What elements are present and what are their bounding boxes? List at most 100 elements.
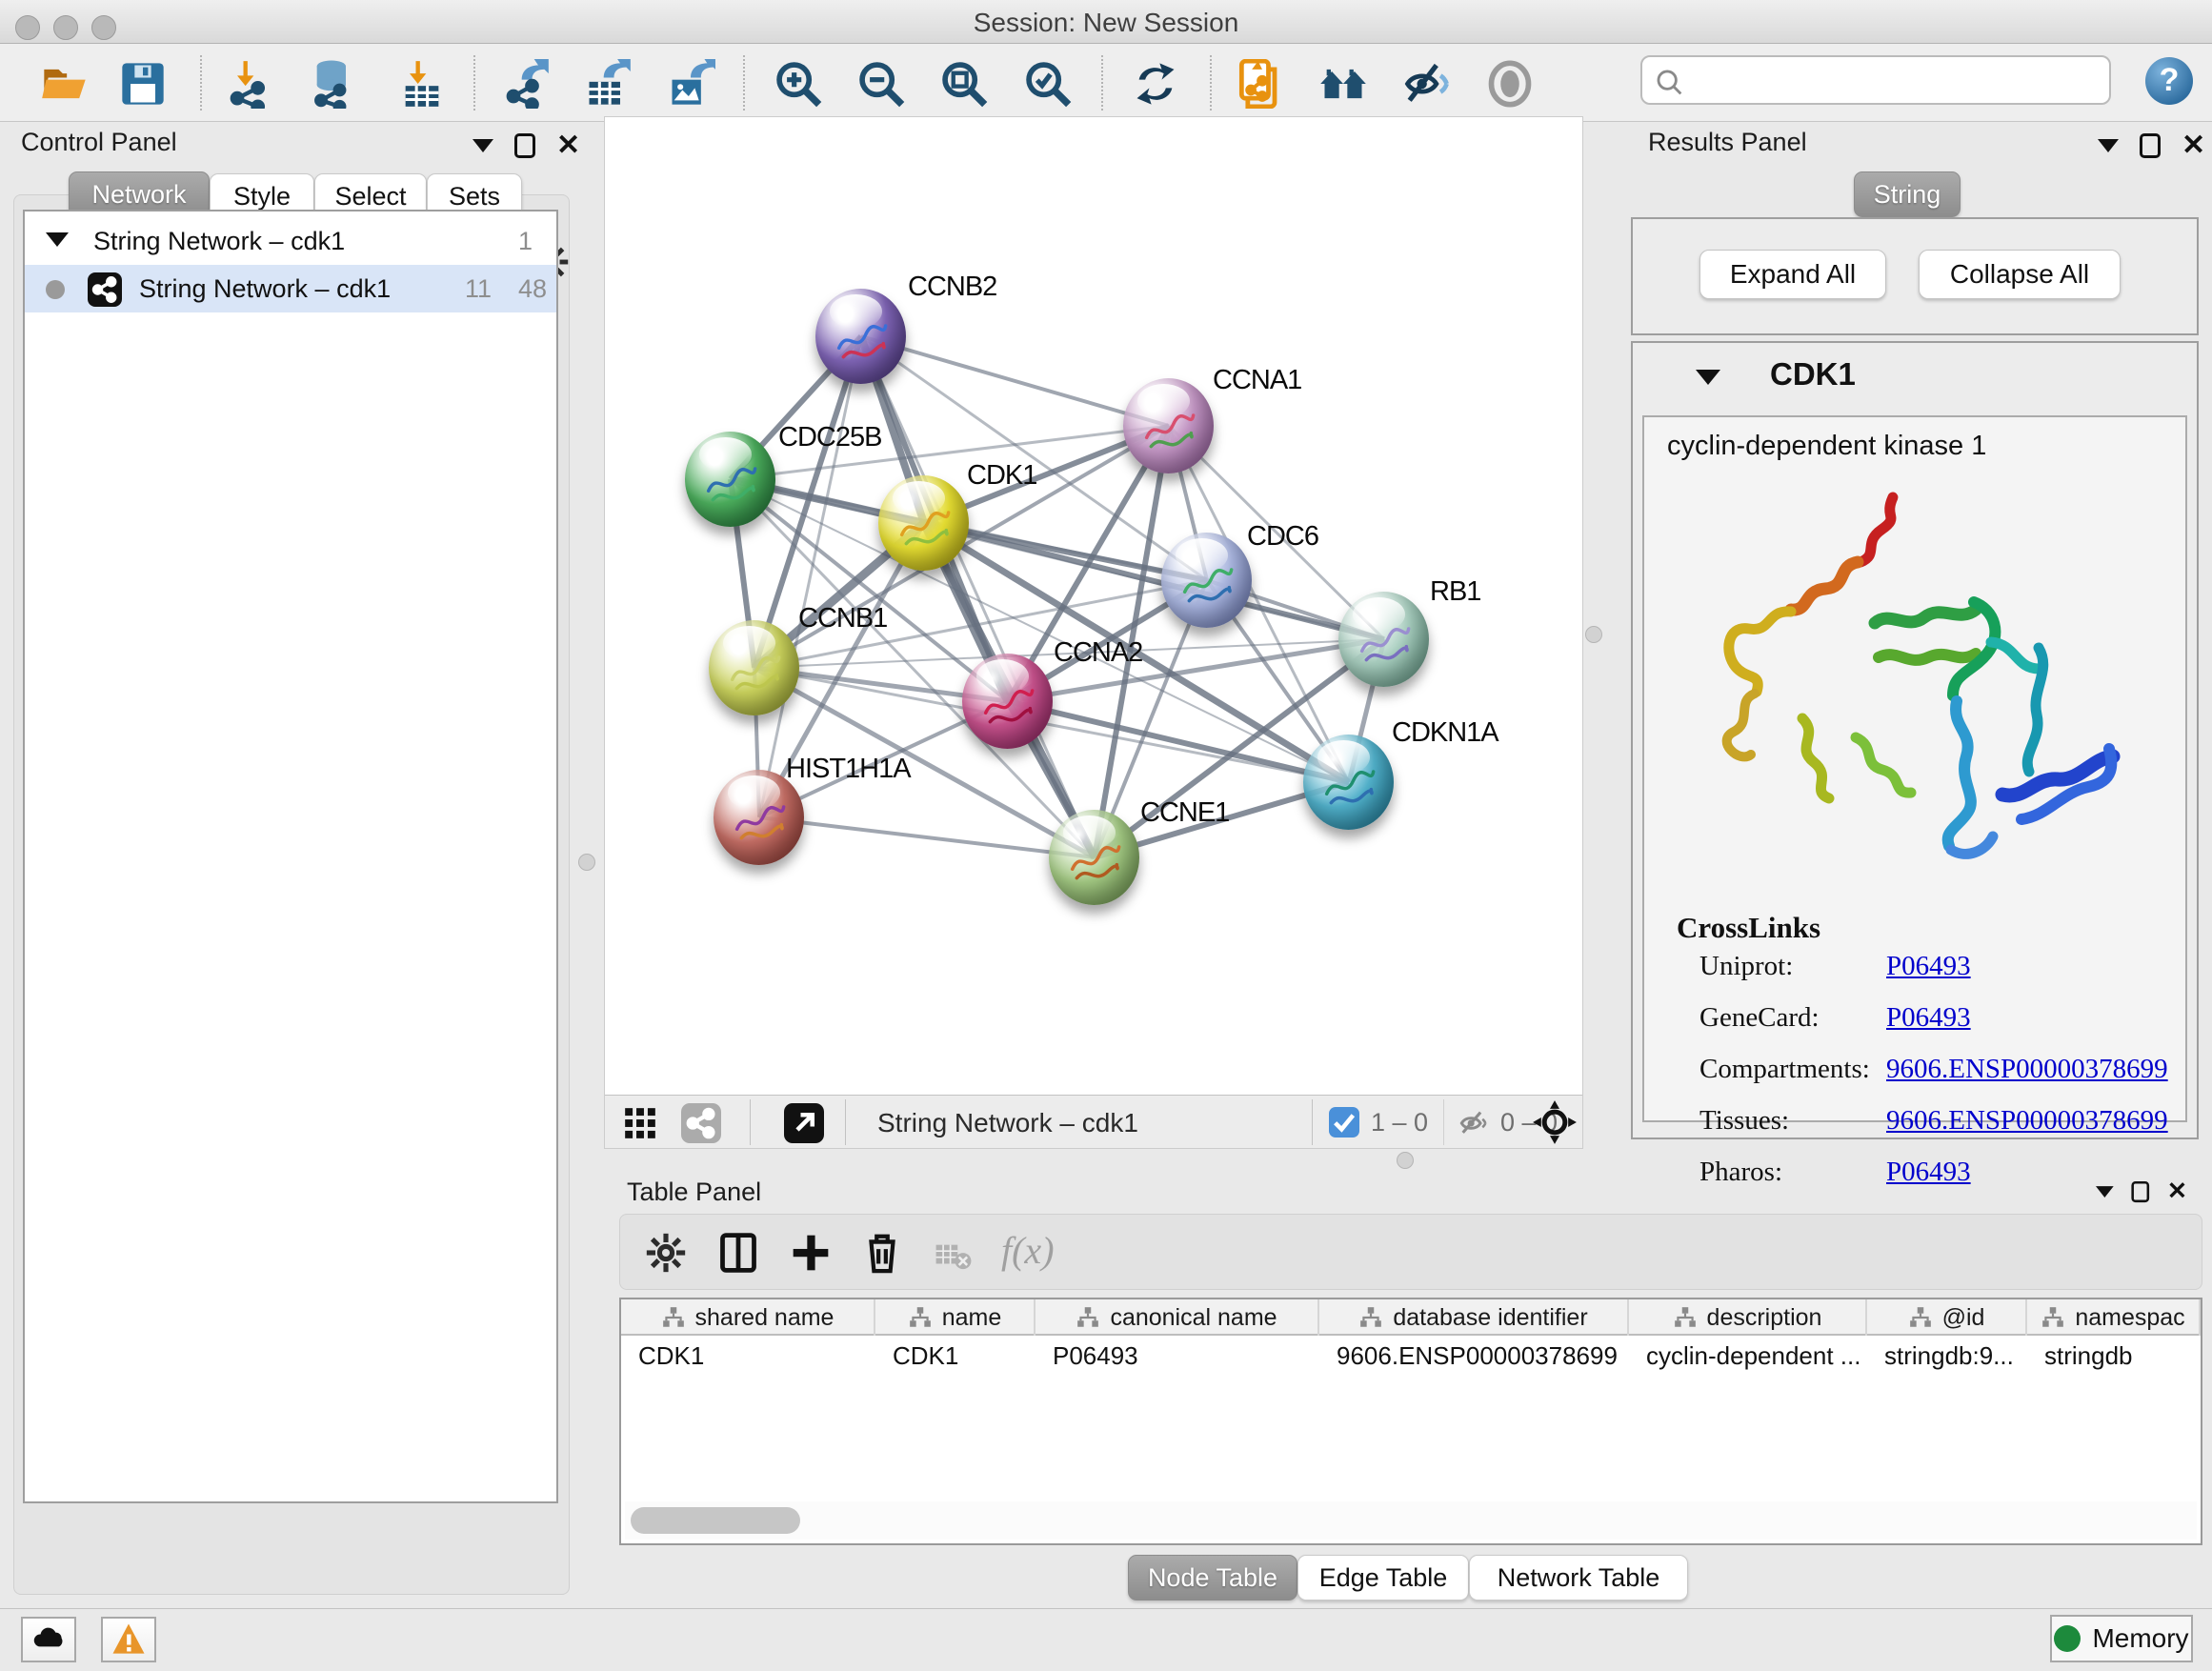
refresh-layout-icon[interactable] [1131,59,1180,109]
network-view-share-icon[interactable] [681,1103,721,1143]
network-node-cdk1[interactable] [878,475,969,571]
column-header-shared-name[interactable]: shared name [621,1299,875,1336]
home-networks-icon[interactable] [1318,59,1368,109]
network-node-ccnb1[interactable] [709,620,799,715]
crosslink-value-link[interactable]: P06493 [1886,1002,1971,1033]
delete-column-icon[interactable] [860,1230,904,1276]
zoom-out-icon[interactable] [856,59,906,109]
gene-symbol: CDK1 [1770,356,1856,393]
node-gloss [1317,740,1370,775]
horizontal-scrollbar[interactable] [625,1501,2197,1540]
table-cell[interactable]: P06493 [1049,1341,1314,1371]
node-label-ccnb2: CCNB2 [908,272,996,303]
column-header-name[interactable]: name [875,1299,1036,1336]
horizontal-splitter-handle[interactable] [1397,1152,1414,1169]
network-canvas[interactable]: CCNB2 CCNA1 CDC25B CDK1 CDC6 RB1 CCNB1 C… [605,117,1582,1093]
column-header--id[interactable]: @id [1867,1299,2027,1336]
import-network-database-icon[interactable] [309,59,358,109]
grid-view-icon[interactable] [622,1105,658,1141]
table-panel-collapse-icon[interactable] [2096,1186,2114,1198]
network-node-ccne1[interactable] [1049,810,1139,905]
right-splitter-handle[interactable] [1585,626,1602,643]
table-cell[interactable]: stringdb [2041,1341,2195,1371]
table-panel-float-icon[interactable] [2131,1181,2149,1202]
control-panel-collapse-icon[interactable] [473,139,493,152]
expand-all-button[interactable]: Expand All [1699,250,1886,299]
gene-section-collapse-icon[interactable] [1696,370,1720,385]
results-panel: Results Panel ✕ String Expand All Collap… [1625,116,2204,1174]
network-node-cdc6[interactable] [1161,533,1252,628]
results-panel-title: Results Panel [1648,128,1807,157]
node-label-rb1: RB1 [1430,576,1480,608]
crosslink-value-link[interactable]: 9606.ENSP00000378699 [1886,1105,2168,1136]
zoom-fit-icon[interactable] [939,59,989,109]
memory-button[interactable]: Memory [2050,1615,2193,1662]
table-options-gear-icon[interactable] [645,1232,687,1274]
control-panel-float-icon[interactable] [514,133,535,158]
results-panel-float-icon[interactable] [2140,133,2161,158]
cloud-button[interactable] [21,1617,76,1662]
network-collection-row[interactable]: String Network – cdk1 1 [25,217,556,265]
table-cell[interactable]: cyclin-dependent ... [1642,1341,1861,1371]
results-gene-box: CDK1 cyclin-dependent kinase 1 Cro [1631,341,2199,1139]
control-panel-close-icon[interactable]: ✕ [556,133,580,158]
collapse-all-button[interactable]: Collapse All [1919,250,2121,299]
birds-eye-view-icon[interactable] [784,1103,824,1143]
tab-edge-table[interactable]: Edge Table [1297,1555,1469,1601]
search-input[interactable] [1640,55,2111,105]
table-cell[interactable]: stringdb:9... [1880,1341,2021,1371]
show-graphics-details-icon[interactable] [1485,59,1535,109]
network-node-ccna2[interactable] [962,654,1053,749]
scrollbar-thumb[interactable] [631,1507,800,1534]
zoom-in-icon[interactable] [774,59,823,109]
node-gloss [699,437,752,472]
table-cell[interactable]: CDK1 [634,1341,870,1371]
left-splitter-handle[interactable] [578,854,595,871]
tab-string[interactable]: String [1854,171,1961,217]
column-header-namespac[interactable]: namespac [2027,1299,2201,1336]
export-table-icon[interactable] [583,59,633,109]
crosshair-icon[interactable] [1531,1098,1579,1146]
node-label-cdc6: CDC6 [1247,521,1318,553]
network-node-ccnb2[interactable] [815,289,906,384]
network-node-cdc25b[interactable] [685,432,775,527]
tab-network-table[interactable]: Network Table [1469,1555,1688,1601]
export-network-icon[interactable] [501,59,551,109]
node-label-cdc25b: CDC25B [778,422,881,453]
hidden-items-eye-icon[interactable] [1457,1107,1491,1139]
import-table-file-icon[interactable] [397,59,447,109]
warning-button[interactable] [101,1617,156,1662]
network-row[interactable]: String Network – cdk1 11 48 [25,265,556,312]
column-header-database-identifier[interactable]: database identifier [1319,1299,1629,1336]
crosslink-label: Tissues: [1699,1105,1886,1137]
crosslink-value-link[interactable]: P06493 [1886,951,1971,981]
table-cell[interactable]: 9606.ENSP00000378699 [1333,1341,1623,1371]
hide-graphics-details-icon[interactable] [1401,59,1451,109]
help-button[interactable]: ? [2145,57,2193,105]
column-header-canonical-name[interactable]: canonical name [1036,1299,1319,1336]
results-panel-close-icon[interactable]: ✕ [2182,133,2205,158]
network-node-ccna1[interactable] [1123,378,1214,473]
network-node-rb1[interactable] [1338,592,1429,687]
network-node-cdkn1a[interactable] [1303,735,1394,830]
memory-label: Memory [2092,1623,2188,1654]
column-header-description[interactable]: description [1629,1299,1867,1336]
crosslink-value-link[interactable]: 9606.ENSP00000378699 [1886,1054,2168,1084]
export-image-icon[interactable] [666,59,715,109]
show-columns-icon[interactable] [717,1232,759,1274]
table-cell[interactable]: CDK1 [889,1341,1030,1371]
add-column-icon[interactable] [790,1232,832,1274]
results-panel-collapse-icon[interactable] [2098,139,2119,152]
table-panel-close-icon[interactable]: ✕ [2167,1181,2187,1202]
selected-nodes-checkbox-icon[interactable] [1329,1107,1359,1137]
network-view-panel[interactable]: CCNB2 CCNA1 CDC25B CDK1 CDC6 RB1 CCNB1 C… [604,116,1583,1149]
open-session-icon[interactable] [40,59,90,109]
tab-node-table[interactable]: Node Table [1128,1555,1297,1601]
column-type-icon [1358,1305,1383,1330]
save-session-icon[interactable] [118,59,168,109]
import-network-file-icon[interactable] [225,59,274,109]
clone-network-icon[interactable] [1237,59,1287,109]
node-table[interactable]: shared namenamecanonical namedatabase id… [619,1298,2202,1545]
zoom-selected-icon[interactable] [1023,59,1073,109]
collection-expand-icon[interactable] [46,232,69,247]
